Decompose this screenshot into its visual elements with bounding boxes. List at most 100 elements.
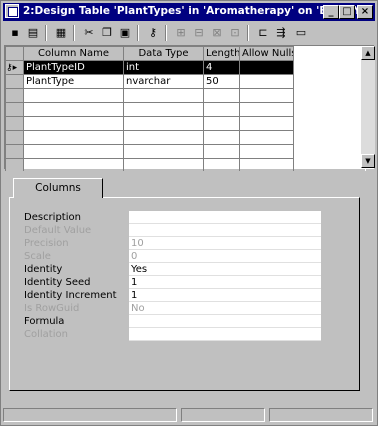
property-row-formula[interactable]: Formula [24,315,324,328]
property-value[interactable]: 10 [129,237,321,250]
maximize-button[interactable]: □ [339,5,355,19]
save-icon[interactable]: ▪ [7,25,23,41]
grid-cell[interactable] [123,144,204,159]
grid-cell[interactable] [203,116,240,131]
grid-checkbox-cell[interactable] [239,74,294,89]
primary-key-icon[interactable]: ⚷ [145,25,161,41]
grid-cell[interactable] [23,130,124,145]
grid-cell[interactable]: int [123,60,204,75]
grid-cell[interactable]: 4 [203,60,240,75]
grid-cell[interactable] [23,144,124,159]
property-label: Identity Seed [24,277,91,288]
property-value[interactable]: 1 [129,276,321,289]
row-selector[interactable] [5,102,24,117]
property-row-default-value[interactable]: Default Value [24,224,324,237]
property-label: Formula [24,316,65,327]
cut-icon[interactable]: ✂ [81,25,97,41]
table-row[interactable]: ⚷▸ PlantTypeID int 4 [5,60,366,75]
manage-relationships-icon[interactable]: ⊠ [209,25,225,41]
grid-cell[interactable] [23,88,124,103]
grid-empty [293,102,366,117]
property-row-description[interactable]: Description [24,211,324,224]
column-header[interactable]: Column Name [23,46,124,61]
property-value[interactable] [129,211,321,224]
grid-cell[interactable] [203,88,240,103]
manage-constraints-icon[interactable]: ⊏ [255,25,271,41]
grid-cell[interactable]: nvarchar [123,74,204,89]
manage-indexes-icon[interactable]: ⊡ [227,25,243,41]
row-selector[interactable] [5,88,24,103]
grid-cell[interactable] [123,88,204,103]
title-bar[interactable]: 2:Design Table 'PlantTypes' in 'Aromathe… [3,3,375,21]
row-selector[interactable] [5,116,24,131]
property-row-scale[interactable]: Scale 0 [24,250,324,263]
property-label: Precision [24,238,69,249]
close-button[interactable]: × [357,5,373,19]
grid-empty [293,74,366,89]
grid-cell[interactable] [239,130,294,145]
row-selector[interactable]: ⚷▸ [5,60,24,75]
property-row-precision[interactable]: Precision 10 [24,237,324,250]
delete-column-icon[interactable]: ⊟ [191,25,207,41]
column-grid[interactable]: Column Name Data Type Length Allow Nulls… [4,45,375,173]
row-selector[interactable] [5,74,24,89]
empty-row[interactable] [5,130,366,145]
insert-column-icon[interactable]: ⊞ [173,25,189,41]
grid-checkbox-cell[interactable] [239,60,294,75]
column-header[interactable]: Data Type [123,46,204,61]
grid-cell[interactable] [23,116,124,131]
property-value[interactable]: No [129,302,321,315]
grid-cell[interactable] [203,130,240,145]
grid-cell[interactable]: PlantTypeID [23,60,124,75]
generate-script-icon[interactable]: ▭ [293,25,309,41]
property-value[interactable]: 0 [129,250,321,263]
tab-columns[interactable]: Columns [13,178,103,198]
grid-cell[interactable] [239,102,294,117]
grid-cell[interactable] [239,116,294,131]
row-selector[interactable] [5,130,24,145]
property-row-identity-increment[interactable]: Identity Increment 1 [24,289,324,302]
row-selector[interactable] [5,144,24,159]
empty-row[interactable] [5,116,366,131]
property-value[interactable] [129,328,321,341]
table-icon[interactable]: ▦ [53,25,69,41]
table-row[interactable]: PlantType nvarchar 50 [5,74,366,89]
scroll-up-icon[interactable]: ▲ [361,46,375,60]
columns-table: Column Name Data Type Length Allow Nulls… [5,46,366,173]
vertical-scrollbar[interactable]: ▲ ▼ [361,46,375,168]
manage-triggers-icon[interactable]: ⇶ [273,25,289,41]
property-value[interactable]: Yes [129,263,321,276]
property-row-identity-seed[interactable]: Identity Seed 1 [24,276,324,289]
property-value[interactable] [129,224,321,237]
property-value[interactable] [129,315,321,328]
grid-cell[interactable] [123,130,204,145]
copy-icon[interactable]: ❐ [99,25,115,41]
property-row-is-rowguid[interactable]: Is RowGuid No [24,302,324,315]
property-row-identity[interactable]: Identity Yes [24,263,324,276]
grid-cell[interactable] [123,102,204,117]
toolbar-separator [165,25,167,41]
grid-cell[interactable]: 50 [203,74,240,89]
minimize-button[interactable]: _ [323,5,339,19]
column-properties-panel: Description Default Value Precision 10 S… [9,197,360,391]
empty-row[interactable] [5,144,366,159]
grid-cell[interactable] [239,144,294,159]
key-icon: ⚷▸ [6,63,18,73]
paste-icon[interactable]: ▣ [117,25,133,41]
property-label: Scale [24,251,51,262]
grid-cell[interactable] [203,102,240,117]
column-header[interactable]: Allow Nulls [239,46,294,61]
property-row-collation[interactable]: Collation [24,328,324,341]
property-value[interactable]: 1 [129,289,321,302]
scroll-down-icon[interactable]: ▼ [361,154,375,168]
empty-row[interactable] [5,102,366,117]
status-pane [269,408,373,422]
grid-cell[interactable] [123,116,204,131]
grid-cell[interactable] [239,88,294,103]
grid-cell[interactable] [23,102,124,117]
properties-icon[interactable]: ▤ [25,25,41,41]
grid-cell[interactable]: PlantType [23,74,124,89]
column-header[interactable]: Length [203,46,240,61]
grid-cell[interactable] [203,144,240,159]
empty-row[interactable] [5,88,366,103]
